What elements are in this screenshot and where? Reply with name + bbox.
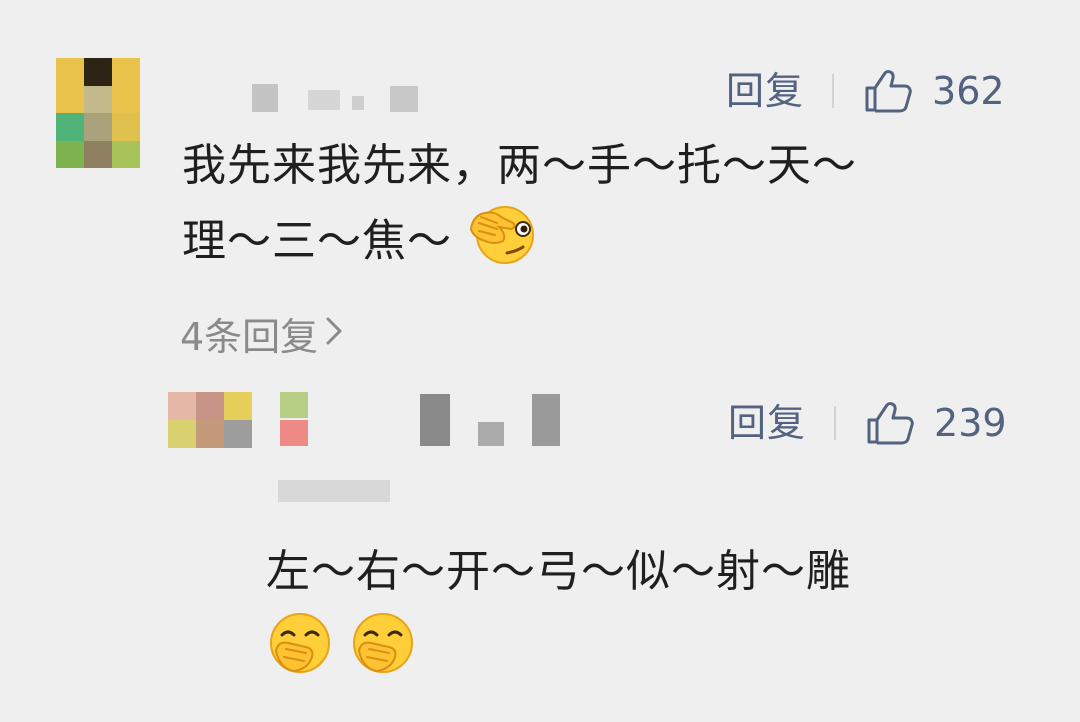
thumbs-up-icon bbox=[864, 69, 912, 113]
username-blurred[interactable] bbox=[280, 390, 570, 450]
comment-actions: 回复 239 bbox=[728, 398, 1007, 448]
thumbs-up-icon bbox=[866, 401, 914, 445]
like-count: 362 bbox=[932, 69, 1005, 113]
avatar[interactable] bbox=[56, 58, 140, 168]
comment-text-line: 左～右～开～弓～似～射～雕 bbox=[266, 546, 851, 597]
comment-text: 左～右～开～弓～似～射～雕 bbox=[266, 537, 1046, 698]
comment-actions: 回复 362 bbox=[726, 66, 1005, 116]
comment-text-fragment: 理～三～焦～ bbox=[182, 215, 452, 267]
divider bbox=[832, 74, 835, 108]
comment-1: 回复 362 我先来我先来，两～手～托～天～ 理～三～焦～ 4条回复 bbox=[0, 0, 1080, 370]
comment-emojis bbox=[266, 611, 1046, 698]
like-button[interactable]: 239 bbox=[866, 401, 1007, 445]
subtitle-blurred bbox=[278, 476, 398, 506]
comment-text-line: 我先来我先来，两～手～托～天～ bbox=[182, 140, 857, 191]
covering-eye-emoji bbox=[467, 201, 537, 286]
hand-over-mouth-emoji bbox=[266, 611, 334, 698]
comment-text: 我先来我先来，两～手～托～天～ 理～三～焦～ bbox=[182, 131, 1042, 286]
reply-button[interactable]: 回复 bbox=[726, 72, 804, 110]
comment-text-line: 理～三～焦～ bbox=[182, 201, 1042, 286]
avatar[interactable] bbox=[168, 392, 252, 448]
username-blurred[interactable] bbox=[250, 82, 430, 116]
reply-button[interactable]: 回复 bbox=[728, 404, 806, 442]
like-count: 239 bbox=[934, 401, 1007, 445]
divider bbox=[834, 406, 837, 440]
hand-over-mouth-emoji bbox=[349, 611, 417, 698]
view-replies-link[interactable]: 4条回复 bbox=[180, 306, 344, 361]
chevron-right-icon bbox=[318, 312, 344, 356]
like-button[interactable]: 362 bbox=[864, 69, 1005, 113]
comment-2: 回复 239 左～右～开～弓～似～射～雕 bbox=[0, 370, 1080, 722]
replies-count-label: 4条回复 bbox=[180, 315, 319, 359]
